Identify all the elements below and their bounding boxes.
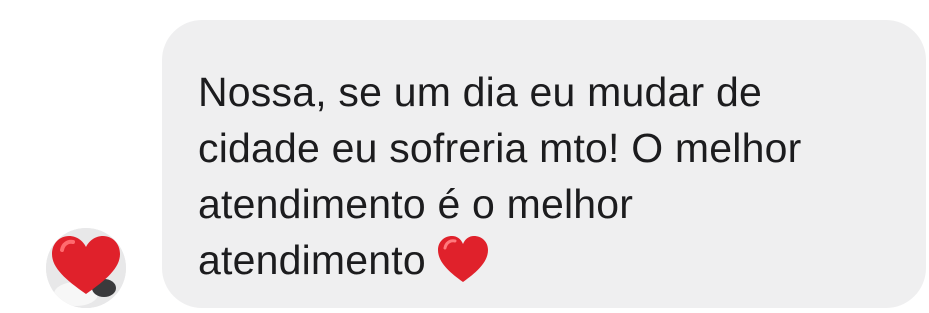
message-text: Nossa, se um dia eu mudar de cidade eu s… (198, 64, 896, 288)
red-heart-icon (46, 228, 126, 308)
message-line: Nossa, se um dia eu mudar de (198, 69, 762, 115)
message-line-last: atendimento (198, 232, 896, 288)
message-bubble[interactable]: Nossa, se um dia eu mudar de cidade eu s… (162, 20, 926, 308)
red-heart-icon (437, 236, 488, 283)
avatar[interactable] (46, 228, 126, 308)
message-line: atendimento é o melhor (198, 181, 634, 227)
chat-message-row: Nossa, se um dia eu mudar de cidade eu s… (0, 0, 929, 313)
message-line: cidade eu sofreria mto! O melhor (198, 125, 802, 171)
message-line-text: atendimento (198, 237, 426, 283)
